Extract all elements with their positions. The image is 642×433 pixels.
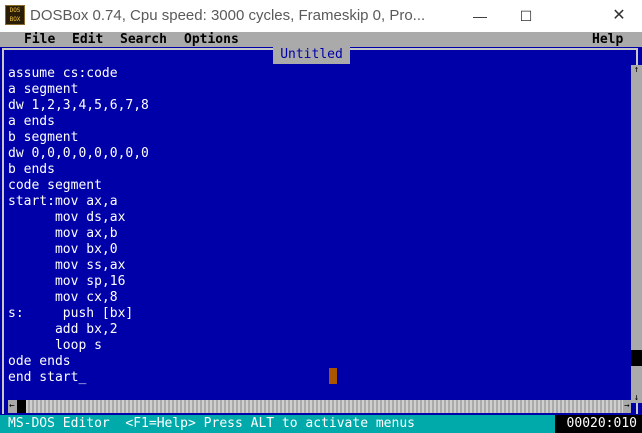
code-line: ode ends bbox=[8, 354, 71, 369]
code-line: mov ax,b bbox=[8, 226, 118, 241]
code-line: a ends bbox=[8, 114, 55, 129]
vertical-scrollbar[interactable]: ↑ ↓ bbox=[631, 65, 642, 403]
window-title-bar[interactable]: DOS BOX DOSBox 0.74, Cpu speed: 3000 cyc… bbox=[0, 0, 642, 32]
code-line: mov bx,0 bbox=[8, 242, 118, 257]
menu-help[interactable]: Help bbox=[592, 32, 623, 47]
code-editor[interactable]: assume cs:code a segment dw 1,2,3,4,5,6,7,… bbox=[8, 66, 149, 386]
code-line: start:mov ax,a bbox=[8, 194, 118, 209]
minimize-button[interactable]: — bbox=[457, 0, 503, 32]
menu-options[interactable]: Options bbox=[184, 32, 239, 47]
dosbox-icon: DOS BOX bbox=[5, 5, 25, 25]
code-line: b segment bbox=[8, 130, 79, 145]
code-line: s: push [bx] bbox=[8, 306, 134, 321]
code-line: b ends bbox=[8, 162, 55, 177]
code-line: mov cx,8 bbox=[8, 290, 118, 305]
scroll-right-icon[interactable]: → bbox=[623, 400, 631, 413]
cursor-position: 00020:010 bbox=[555, 415, 642, 433]
code-line: dw 1,2,3,4,5,6,7,8 bbox=[8, 98, 149, 113]
code-line: assume cs:code bbox=[8, 66, 118, 81]
code-line: loop s bbox=[8, 338, 102, 353]
dosbox-icon-label: DOS BOX bbox=[9, 7, 21, 23]
menu-edit[interactable]: Edit bbox=[72, 32, 103, 47]
code-line: add bx,2 bbox=[8, 322, 118, 337]
text-cursor bbox=[329, 368, 337, 384]
menu-search[interactable]: Search bbox=[120, 32, 167, 47]
menu-file[interactable]: File bbox=[24, 32, 55, 47]
code-line: mov sp,16 bbox=[8, 274, 126, 289]
close-button[interactable]: ✕ bbox=[596, 0, 642, 32]
horizontal-scroll-thumb[interactable] bbox=[17, 400, 26, 413]
dos-screen: File Edit Search Options Help Untitled a… bbox=[0, 32, 642, 433]
vertical-scroll-thumb[interactable] bbox=[631, 350, 642, 366]
window-title: DOSBox 0.74, Cpu speed: 3000 cycles, Fra… bbox=[30, 7, 426, 24]
code-line: dw 0,0,0,0,0,0,0,0 bbox=[8, 146, 149, 161]
status-bar: MS-DOS Editor <F1=Help> Press ALT to act… bbox=[0, 415, 642, 433]
code-line: code segment bbox=[8, 178, 102, 193]
document-title: Untitled bbox=[273, 46, 350, 64]
code-line: mov ss,ax bbox=[8, 258, 126, 273]
code-line: mov ds,ax bbox=[8, 210, 126, 225]
status-text: MS-DOS Editor <F1=Help> Press ALT to act… bbox=[8, 416, 415, 431]
code-line: end start_ bbox=[8, 370, 87, 385]
code-line: a segment bbox=[8, 82, 79, 97]
scroll-left-icon[interactable]: ← bbox=[8, 400, 16, 413]
horizontal-scrollbar[interactable]: ← → bbox=[8, 400, 631, 413]
menu-bar: File Edit Search Options Help bbox=[0, 32, 642, 47]
scroll-down-icon[interactable]: ↓ bbox=[631, 393, 642, 403]
maximize-button[interactable]: ☐ bbox=[503, 0, 549, 32]
scroll-up-icon[interactable]: ↑ bbox=[631, 65, 642, 75]
